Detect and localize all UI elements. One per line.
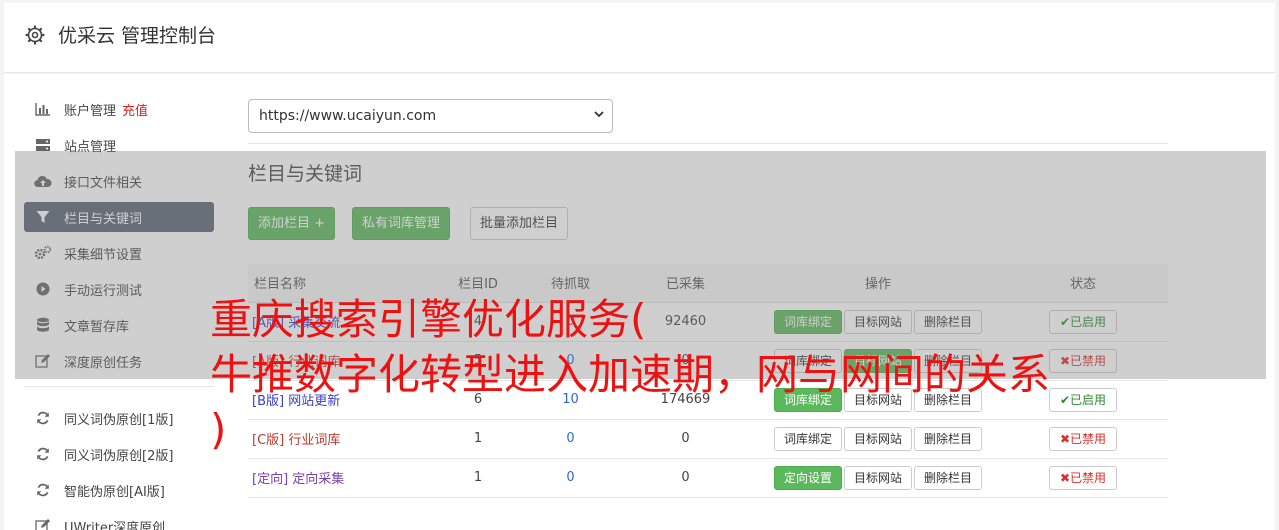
target-site-button[interactable]: 目标网站 (843, 465, 912, 490)
sidebar-item-account[interactable]: 账户管理 充值 (24, 94, 214, 124)
filter-icon (34, 209, 52, 225)
bar-chart-icon (34, 101, 52, 117)
sidebar-tool-ai-rewrite[interactable]: 智能伪原创[AI版] (24, 475, 214, 505)
sidebar-item-label: 手动运行测试 (64, 283, 143, 299)
sidebar-item-label: 栏目与关键词 (64, 211, 143, 227)
sidebar-item-manual-run[interactable]: 手动运行测试 (24, 274, 214, 304)
sidebar-item-label: 智能伪原创[AI版] (64, 484, 165, 500)
sidebar-item-collect-settings[interactable]: 采集细节设置 (24, 238, 214, 268)
pending-count: 0 (528, 458, 613, 498)
actions-cell: 定向设置 目标网站 删除栏目 (758, 458, 998, 498)
edit-icon (34, 518, 52, 530)
recharge-link[interactable]: 充值 (122, 100, 148, 119)
column-id: 1 (428, 458, 528, 498)
sidebar-item-sites[interactable]: 站点管理 (24, 130, 214, 160)
page-title: 优采云 管理控制台 (58, 25, 217, 47)
watermark-text: 重庆搜索引擎优化服务( 牛推数字化转型进入加速期，网与网间的关系 ) (210, 292, 1090, 457)
sidebar-item-label: 同义词伪原创[2版] (64, 448, 174, 464)
collected-count: 0 (613, 458, 758, 498)
sidebar-item-label: 站点管理 (64, 139, 117, 155)
edit-icon (34, 353, 52, 369)
gears-icon (34, 245, 52, 261)
play-circle-icon (34, 281, 52, 297)
cloud-upload-icon (34, 173, 52, 189)
watermark-line-1: 重庆搜索引擎优化服务( (210, 295, 647, 344)
watermark-line-3: ) (210, 405, 227, 454)
app-header: 优采云 管理控制台 (4, 3, 1275, 73)
batch-add-column-button[interactable]: 批量添加栏目 (470, 207, 569, 240)
status-cell: ✖已禁用 (998, 458, 1168, 498)
sidebar-item-label: UWriter深度原创 (64, 520, 166, 530)
sidebar-item-label: 深度原创任务 (64, 355, 143, 371)
sidebar-item-interface-files[interactable]: 接口文件相关 (24, 166, 214, 196)
directed-settings-button[interactable]: 定向设置 (773, 465, 842, 490)
sidebar-item-columns-keywords[interactable]: 栏目与关键词 (24, 202, 214, 232)
column-name[interactable]: 定向采集 (292, 472, 344, 487)
gear-icon (25, 25, 45, 45)
divider (248, 143, 1168, 144)
sidebar-item-label: 账户管理 (64, 103, 117, 119)
sidebar-item-deep-original[interactable]: 深度原创任务 (24, 346, 214, 376)
refresh-icon (34, 482, 52, 498)
section-title: 栏目与关键词 (248, 163, 363, 185)
database-icon (34, 317, 52, 333)
private-lib-button[interactable]: 私有词库管理 (352, 207, 451, 240)
chevron-down-icon (594, 111, 604, 118)
sidebar-divider (24, 386, 214, 387)
refresh-icon (34, 410, 52, 426)
site-select[interactable]: https://www.ucaiyun.com (248, 99, 613, 133)
sidebar-tool-uwriter[interactable]: UWriter深度原创 (24, 511, 214, 530)
sidebar-item-label: 同义词伪原创[1版] (64, 412, 174, 428)
sidebar-tool-synonym-v2[interactable]: 同义词伪原创[2版] (24, 439, 214, 469)
sidebar-tool-synonym-v1[interactable]: 同义词伪原创[1版] (24, 403, 214, 433)
sidebar-item-label: 接口文件相关 (64, 175, 143, 191)
table-row: [定向] 定向采集 1 0 0 定向设置 目标网站 删除栏目 ✖已禁用 (248, 458, 1168, 498)
sidebar-item-label: 文章暂存库 (64, 319, 130, 335)
site-select-value: https://www.ucaiyun.com (259, 108, 437, 124)
add-column-button[interactable]: 添加栏目 + (248, 207, 336, 240)
status-badge[interactable]: ✖已禁用 (1048, 465, 1118, 490)
sidebar-item-article-store[interactable]: 文章暂存库 (24, 310, 214, 340)
column-name-cell: [定向] 定向采集 (248, 458, 428, 498)
edition-tag: [定向] (252, 472, 289, 487)
sidebar: 账户管理 充值 站点管理 接口文件相关 栏目与关键词 采集细节设置 手动运行测试… (24, 94, 214, 530)
server-icon (34, 137, 52, 153)
delete-column-button[interactable]: 删除栏目 (914, 465, 983, 490)
sidebar-item-label: 采集细节设置 (64, 247, 143, 263)
refresh-icon (34, 446, 52, 462)
watermark-line-2: 牛推数字化转型进入加速期，网与网间的关系 (210, 350, 1051, 399)
